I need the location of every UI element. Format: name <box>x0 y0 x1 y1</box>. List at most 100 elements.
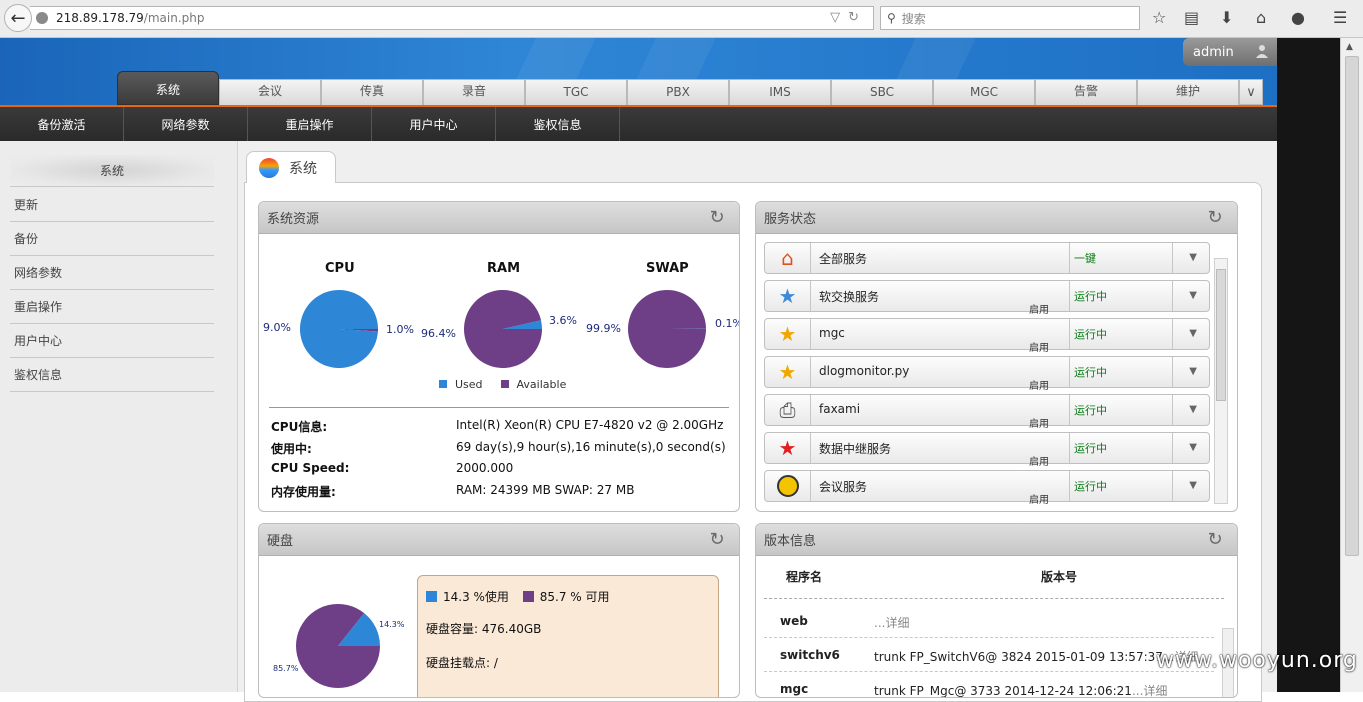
panel-header: 版本信息 ↻ <box>756 524 1237 556</box>
sidebar-item-auth[interactable]: 鉴权信息 <box>10 358 214 392</box>
ram-used-label: 3.6% <box>549 314 577 327</box>
service-row-dlogmonitor[interactable]: ★ dlogmonitor.py 启用 运行中 ▼ <box>764 356 1210 388</box>
search-placeholder: 搜索 <box>902 10 926 27</box>
sidebar-item-user-center[interactable]: 用户中心 <box>10 324 214 358</box>
sub-navigation: 备份激活 网络参数 重启操作 用户中心 鉴权信息 <box>0 105 1277 141</box>
service-row-faxami[interactable]: ⎙ faxami 启用 运行中 ▼ <box>764 394 1210 426</box>
program-name: web <box>780 614 808 628</box>
program-name: mgc <box>780 682 808 696</box>
subnav-auth[interactable]: 鉴权信息 <box>496 107 620 141</box>
service-status: 运行中 <box>1069 319 1173 349</box>
tab-sbc[interactable]: SBC <box>831 79 933 105</box>
column-header-version: 版本号 <box>1041 568 1077 585</box>
sidebar-item-backup[interactable]: 备份 <box>10 222 214 256</box>
chevron-down-icon[interactable]: ▼ <box>1189 252 1197 263</box>
scroll-thumb[interactable] <box>1216 269 1226 401</box>
refresh-icon[interactable]: ↻ <box>1205 530 1225 550</box>
scroll-up-icon[interactable]: ▲ <box>1346 42 1353 52</box>
disk-pie <box>295 603 381 689</box>
tab-tgc[interactable]: TGC <box>525 79 627 105</box>
legend-available-label: 85.7 % 可用 <box>540 590 610 604</box>
legend-used-label: Used <box>455 378 483 391</box>
tab-system[interactable]: 系统 <box>117 71 219 105</box>
subnav-backup-activate[interactable]: 备份激活 <box>0 107 124 141</box>
subnav-network[interactable]: 网络参数 <box>124 107 248 141</box>
sidebar-item-network[interactable]: 网络参数 <box>10 256 214 290</box>
reading-list-icon[interactable]: ▤ <box>1184 8 1199 27</box>
refresh-icon[interactable]: ↻ <box>1205 208 1225 228</box>
reload-icon[interactable]: ▽↻ <box>830 10 867 25</box>
chevron-down-icon[interactable]: ▼ <box>1189 480 1197 491</box>
chevron-down-icon[interactable]: ▼ <box>1189 442 1197 453</box>
tab-conference[interactable]: 会议 <box>219 79 321 105</box>
bookmark-star-icon[interactable]: ☆ <box>1152 8 1166 27</box>
tab-pbx[interactable]: PBX <box>627 79 729 105</box>
scroll-thumb[interactable] <box>1345 56 1359 556</box>
detail-link[interactable]: ...详细 <box>1132 684 1167 698</box>
tabs-more-button[interactable]: ∨ <box>1239 79 1263 105</box>
panel-header: 系统资源 ↻ <box>259 202 739 234</box>
page-tab[interactable]: 系统 <box>246 151 336 183</box>
gold-star-icon: ★ <box>765 357 811 387</box>
subnav-user-center[interactable]: 用户中心 <box>372 107 496 141</box>
service-row-softswitch[interactable]: ★ 软交换服务 启用 运行中 ▼ <box>764 280 1210 312</box>
subnav-restart[interactable]: 重启操作 <box>248 107 372 141</box>
url-host: 218.89.178.79 <box>56 11 144 25</box>
info-value: 2000.000 <box>456 461 513 475</box>
tab-recording[interactable]: 录音 <box>423 79 525 105</box>
tab-maintenance[interactable]: 维护 <box>1137 79 1239 105</box>
user-icon <box>1255 44 1269 58</box>
globe-icon <box>36 12 48 24</box>
sidebar-item-update[interactable]: 更新 <box>10 188 214 222</box>
resource-legend: Used Available <box>431 374 575 394</box>
user-menu[interactable]: admin <box>1183 38 1277 66</box>
page-scrollbar[interactable]: ▲ <box>1340 38 1363 692</box>
chevron-down-icon[interactable]: ▼ <box>1189 328 1197 339</box>
address-bar[interactable]: 218.89.178.79/main.php ▽↻ <box>30 6 874 30</box>
download-icon[interactable]: ⬇ <box>1220 8 1233 27</box>
disk-info-box: 14.3 %使用 85.7 % 可用 硬盘容量: 476.40GB 硬盘挂载点:… <box>417 575 719 698</box>
service-row-conference[interactable]: 会议服务 启用 运行中 ▼ <box>764 470 1210 502</box>
system-resources-panel: 系统资源 ↻ CPU RAM SWAP 9.0% 1.0% 96.4% 3.6%… <box>258 201 740 512</box>
detail-link[interactable]: ...详细 <box>874 616 909 630</box>
info-value: RAM: 24399 MB SWAP: 27 MB <box>456 483 634 497</box>
red-star-icon: ★ <box>765 433 811 463</box>
chevron-down-icon[interactable]: ▼ <box>1189 290 1197 301</box>
tab-ims[interactable]: IMS <box>729 79 831 105</box>
info-value: 69 day(s),9 hour(s),16 minute(s),0 secon… <box>456 440 726 454</box>
service-row-all[interactable]: ⌂ 全部服务 一键 ▼ <box>764 242 1210 274</box>
info-key: 内存使用量: <box>271 483 336 500</box>
service-scrollbar[interactable] <box>1214 258 1228 504</box>
service-name: 数据中继服务 <box>819 440 891 457</box>
chevron-down-icon[interactable]: ▼ <box>1189 366 1197 377</box>
service-row-mgc[interactable]: ★ mgc 启用 运行中 ▼ <box>764 318 1210 350</box>
service-name: 软交换服务 <box>819 288 879 305</box>
service-row-data-relay[interactable]: ★ 数据中继服务 启用 运行中 ▼ <box>764 432 1210 464</box>
service-status: 运行中 <box>1069 395 1173 425</box>
service-status: 运行中 <box>1069 433 1173 463</box>
service-name: dlogmonitor.py <box>819 364 909 378</box>
service-enabled: 启用 <box>1029 415 1049 430</box>
tab-mgc[interactable]: MGC <box>933 79 1035 105</box>
tab-fax[interactable]: 传真 <box>321 79 423 105</box>
sidebar-title: 系统 <box>10 155 214 187</box>
info-value: Intel(R) Xeon(R) CPU E7-4820 v2 @ 2.00GH… <box>456 418 723 432</box>
refresh-icon[interactable]: ↻ <box>707 208 727 228</box>
search-input[interactable]: ⚲ 搜索 <box>880 6 1140 30</box>
sidebar-item-restart[interactable]: 重启操作 <box>10 290 214 324</box>
refresh-icon[interactable]: ↻ <box>707 530 727 550</box>
menu-icon[interactable]: ☰ <box>1333 8 1347 27</box>
service-status: 一键 <box>1069 243 1173 273</box>
disk-capacity: 硬盘容量: 476.40GB <box>426 620 541 637</box>
chat-icon[interactable]: ● <box>1291 8 1305 27</box>
disk-used-label: 14.3% <box>379 620 404 629</box>
cpu-title: CPU <box>325 261 355 276</box>
ram-title: RAM <box>487 261 520 276</box>
chevron-down-icon[interactable]: ▼ <box>1189 404 1197 415</box>
service-status: 运行中 <box>1069 357 1173 387</box>
back-button[interactable]: ← <box>4 4 32 32</box>
disk-panel: 硬盘 ↻ 14.3% 85.7% 14.3 %使用 85.7 % 可用 硬盘容量… <box>258 523 740 698</box>
service-enabled: 启用 <box>1029 339 1049 354</box>
home-icon[interactable]: ⌂ <box>1256 8 1266 27</box>
tab-alarm[interactable]: 告警 <box>1035 79 1137 105</box>
